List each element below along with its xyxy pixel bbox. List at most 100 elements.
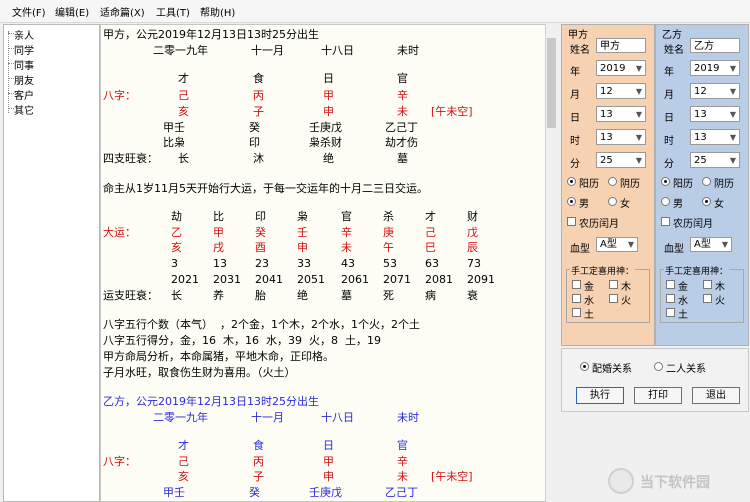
- report-scrollbar[interactable]: [545, 24, 558, 500]
- b-metal-checkbox[interactable]: [666, 280, 675, 289]
- b-solar-radio[interactable]: [661, 177, 670, 186]
- tree-item-friends[interactable]: 朋友: [14, 72, 34, 87]
- party-a-panel: 甲方 姓名 甲方 年 2019 ▼ 月 12 ▼ 日 13 ▼ 时 13 ▼ 分 25 ▼…: [561, 24, 655, 346]
- b-fire-checkbox[interactable]: [703, 294, 712, 303]
- b-blood-label: 血型: [664, 244, 684, 255]
- dayun-age: 63: [425, 257, 439, 270]
- mode-marriage-label: 配婚关系: [592, 364, 632, 375]
- scrollbar-thumb[interactable]: [547, 38, 556, 128]
- watermark: 当下软件园: [608, 466, 746, 496]
- a-solar-label: 阳历: [579, 179, 599, 190]
- dayun-year: 2051: [297, 273, 325, 286]
- b-name-input[interactable]: 乙方: [690, 38, 740, 53]
- a-solar-radio[interactable]: [567, 177, 576, 186]
- a-month-select[interactable]: 12 ▼: [596, 83, 646, 99]
- a-fire-checkbox[interactable]: [609, 294, 618, 303]
- b-stem: 甲: [323, 455, 334, 468]
- menu-fortune[interactable]: 适命篇(X): [100, 4, 145, 19]
- tree-item-colleagues[interactable]: 同事: [14, 57, 34, 72]
- report-text-area[interactable]: 甲方，公元2019年12月13日13时25分出生 二零一九年 十一月 十八日 未…: [100, 24, 546, 502]
- b-blood-select[interactable]: A型 ▼: [690, 237, 732, 252]
- b-water-label: 水: [678, 296, 688, 307]
- a-hidden-god: 枭杀财: [309, 136, 342, 149]
- run-button[interactable]: 执行: [576, 387, 624, 404]
- a-year-select[interactable]: 2019 ▼: [596, 60, 646, 76]
- b-date-year: 二零一九年: [153, 411, 208, 424]
- a-branch: 申: [323, 105, 334, 118]
- tree-item-relatives[interactable]: 亲人: [14, 27, 34, 42]
- a-leap-checkbox[interactable]: [567, 217, 576, 226]
- b-hidden-stem: 壬庚戊: [309, 486, 342, 499]
- chevron-down-icon: ▼: [729, 87, 736, 96]
- a-water-checkbox[interactable]: [572, 294, 581, 303]
- dayun-branch: 巳: [425, 241, 436, 254]
- a-sizhi-label: 四支旺衰：: [103, 152, 158, 165]
- a-yongshen-title: 手工定喜用神：: [570, 264, 636, 277]
- a-hour-select[interactable]: 13 ▼: [596, 129, 646, 145]
- a-hidden-god: 劫才伤: [385, 136, 418, 149]
- a-name-input[interactable]: 甲方: [596, 38, 646, 53]
- menu-edit[interactable]: 编辑(E): [55, 4, 89, 19]
- menu-help[interactable]: 帮助(H): [200, 4, 235, 19]
- dayun-stem: 庚: [383, 226, 394, 239]
- a-minute-value: 25: [600, 155, 613, 166]
- b-shishen: 才: [178, 439, 189, 452]
- a-sizhi-value: 长: [178, 152, 189, 165]
- menu-file[interactable]: 文件(F): [12, 4, 46, 19]
- dayun-year: 2071: [383, 273, 411, 286]
- a-male-radio[interactable]: [567, 197, 576, 206]
- a-metal-checkbox[interactable]: [572, 280, 581, 289]
- b-year-select[interactable]: 2019 ▼: [690, 60, 740, 76]
- mode-pair-radio[interactable]: [654, 362, 663, 371]
- a-earth-checkbox[interactable]: [572, 308, 581, 317]
- b-male-radio[interactable]: [661, 197, 670, 206]
- b-female-radio[interactable]: [702, 197, 711, 206]
- mode-marriage-radio[interactable]: [580, 362, 589, 371]
- tree-item-classmates[interactable]: 同学: [14, 42, 34, 57]
- a-fire-label: 火: [621, 296, 631, 307]
- dayun-god: 财: [467, 210, 478, 223]
- b-wood-checkbox[interactable]: [703, 280, 712, 289]
- tree-item-others[interactable]: 其它: [14, 102, 34, 117]
- b-hour-select[interactable]: 13 ▼: [690, 129, 740, 145]
- menu-tools[interactable]: 工具(T): [156, 4, 190, 19]
- yunzhi-value: 胎: [255, 289, 266, 302]
- b-wood-label: 木: [715, 282, 725, 293]
- a-minute-label: 分: [570, 159, 580, 170]
- b-water-checkbox[interactable]: [666, 294, 675, 303]
- a-shishen: 食: [253, 72, 264, 85]
- dayun-age: 33: [297, 257, 311, 270]
- yunzhi-value: 养: [213, 289, 224, 302]
- a-lunar-label: 阴历: [620, 179, 640, 190]
- b-stem: 丙: [253, 455, 264, 468]
- a-wood-label: 木: [621, 282, 631, 293]
- a-stem: 辛: [397, 89, 408, 102]
- a-day-select[interactable]: 13 ▼: [596, 106, 646, 122]
- tree-line: [8, 31, 9, 113]
- b-lunar-radio[interactable]: [702, 177, 711, 186]
- b-month-select[interactable]: 12 ▼: [690, 83, 740, 99]
- dayun-stem: 己: [425, 226, 436, 239]
- a-male-label: 男: [579, 199, 589, 210]
- a-month-value: 12: [600, 86, 613, 97]
- tree-item-customers[interactable]: 客户: [14, 87, 34, 102]
- b-leap-checkbox[interactable]: [661, 217, 670, 226]
- print-button[interactable]: 打印: [634, 387, 682, 404]
- a-wood-checkbox[interactable]: [609, 280, 618, 289]
- dayun-age: 13: [213, 257, 227, 270]
- dayun-branch: 戌: [213, 241, 224, 254]
- b-day-select[interactable]: 13 ▼: [690, 106, 740, 122]
- a-date-hour: 未时: [397, 44, 419, 57]
- a-name-label: 姓名: [570, 45, 590, 56]
- a-lunar-radio[interactable]: [608, 177, 617, 186]
- yunzhi-value: 衰: [467, 289, 478, 302]
- b-minute-select[interactable]: 25 ▼: [690, 152, 740, 168]
- a-minute-select[interactable]: 25 ▼: [596, 152, 646, 168]
- b-stem: 辛: [397, 455, 408, 468]
- b-earth-checkbox[interactable]: [666, 308, 675, 317]
- exit-button[interactable]: 退出: [692, 387, 740, 404]
- a-bazi-label: 八字：: [103, 89, 136, 102]
- b-month-value: 12: [694, 86, 707, 97]
- a-blood-select[interactable]: A型 ▼: [596, 237, 638, 252]
- a-female-radio[interactable]: [608, 197, 617, 206]
